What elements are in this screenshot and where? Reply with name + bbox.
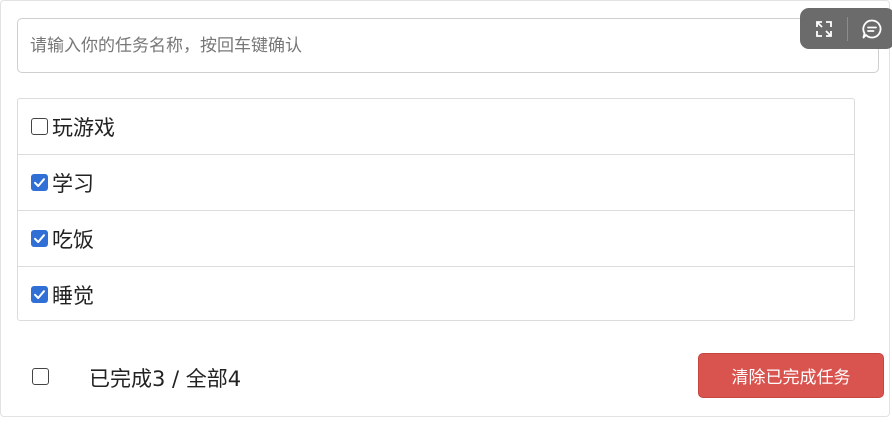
expand-button[interactable] [800,8,847,49]
check-icon [34,178,45,187]
task-checkbox[interactable] [31,286,48,303]
check-all-checkbox[interactable] [32,368,49,385]
task-checkbox[interactable] [31,174,48,191]
task-label: 吃饭 [52,227,94,252]
task-list: 玩游戏 学习 吃饭 睡觉 [17,98,855,321]
task-label: 玩游戏 [52,115,115,140]
floating-toolbar [800,8,892,49]
task-label: 睡觉 [52,283,94,308]
todo-footer: 已完成3 / 全部4 清除已完成任务 [31,353,884,399]
clear-completed-button[interactable]: 清除已完成任务 [698,353,884,398]
check-icon [34,234,45,243]
task-item: 吃饭 [18,211,854,267]
task-label: 学习 [52,171,94,196]
comment-button[interactable] [848,8,892,49]
comment-icon [861,19,881,38]
expand-icon [815,20,832,37]
task-item: 玩游戏 [18,99,854,155]
task-checkbox[interactable] [31,118,48,135]
check-icon [34,290,45,299]
task-checkbox[interactable] [31,230,48,247]
task-item: 睡觉 [18,267,854,322]
completion-status: 已完成3 / 全部4 [89,367,242,391]
todo-app: 玩游戏 学习 吃饭 睡觉 [0,0,890,417]
task-item: 学习 [18,155,854,211]
task-name-input[interactable] [17,18,879,73]
